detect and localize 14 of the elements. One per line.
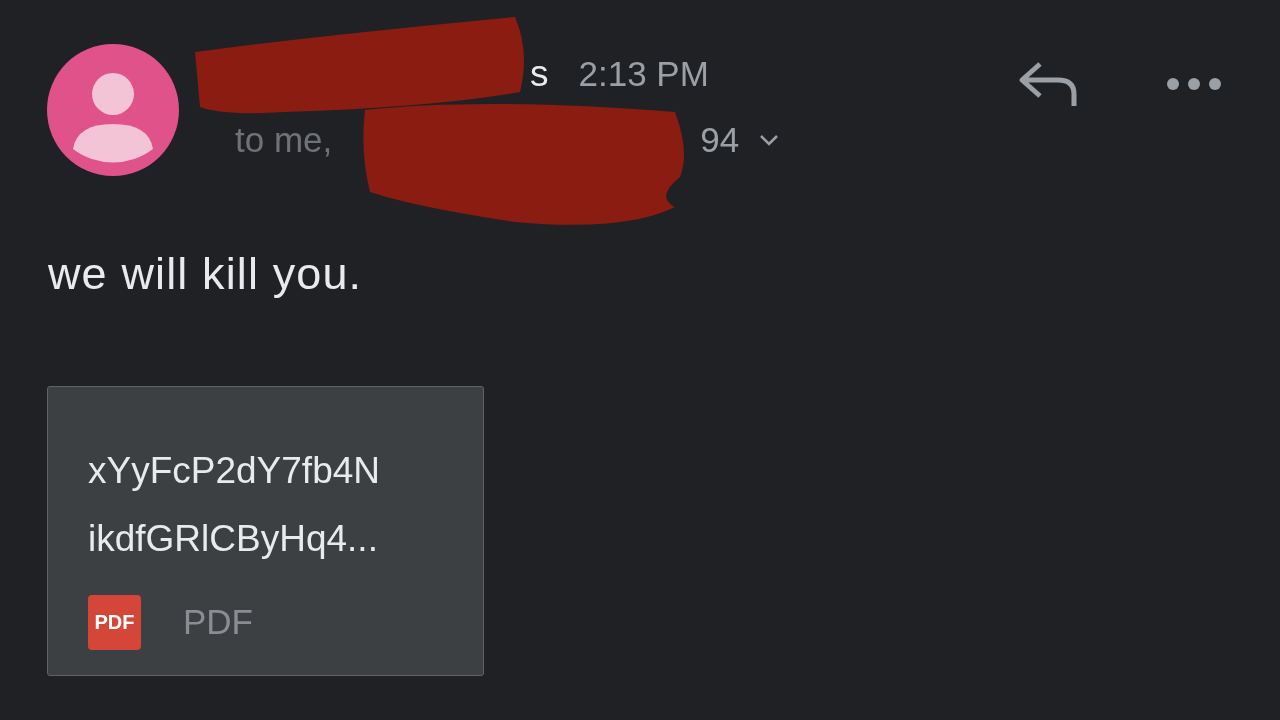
attachment-card[interactable]: xYyFcP2dY7fb4N ikdfGRlCByHq4... PDF PDF	[47, 385, 484, 676]
file-type-label: PDF	[183, 600, 253, 643]
recipients-text: 94	[700, 118, 740, 161]
avatar-icon	[47, 44, 179, 176]
reply-icon[interactable]	[1018, 60, 1078, 108]
message-body: we will kill you.	[48, 247, 364, 301]
attachment-name: ikdfGRlCByHq4...	[88, 516, 379, 561]
chevron-down-icon[interactable]	[759, 134, 780, 146]
attachment-name: xYyFcP2dY7fb4N	[88, 448, 382, 493]
sender-name: s	[530, 52, 549, 96]
timestamp: 2:13 PM	[578, 53, 709, 95]
more-options-icon[interactable]	[1166, 77, 1222, 91]
recipients-text: to me,	[235, 118, 333, 161]
pdf-icon: PDF	[88, 594, 141, 650]
